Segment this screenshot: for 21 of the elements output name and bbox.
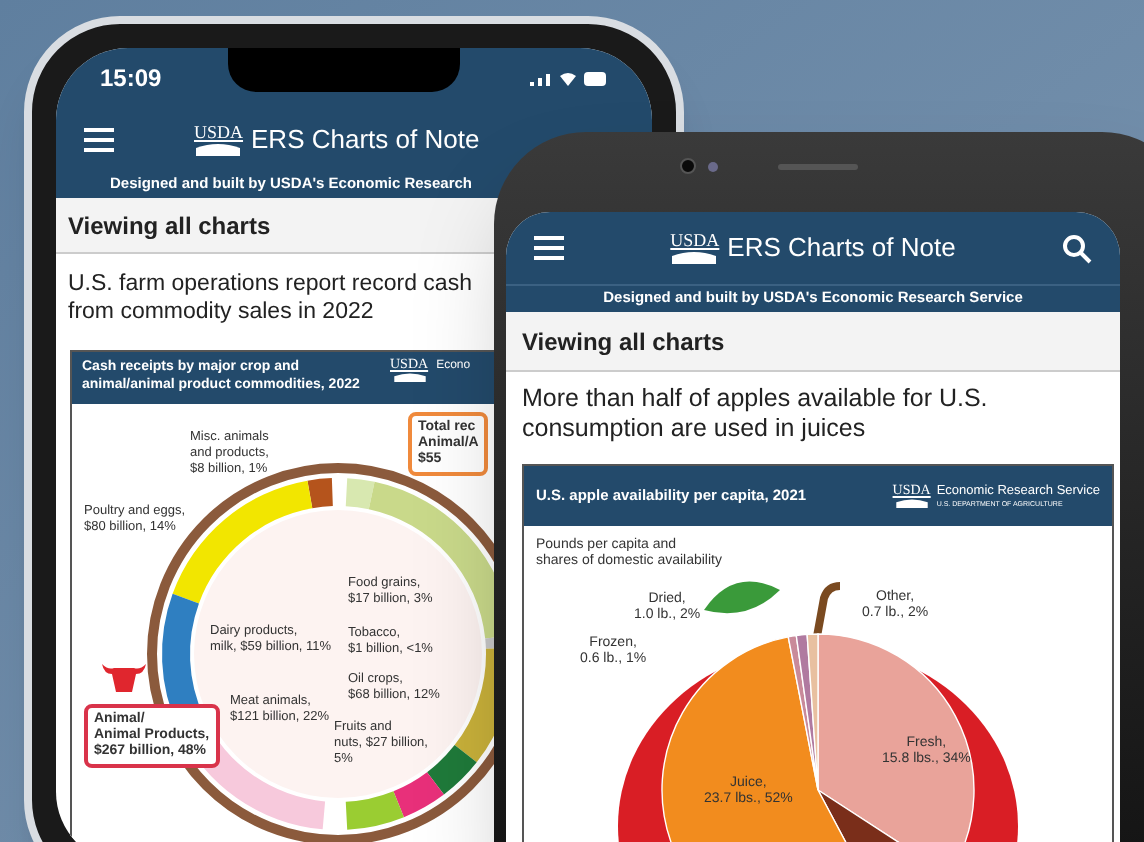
swoosh-icon <box>196 142 241 156</box>
section-heading: Viewing all charts <box>522 325 725 359</box>
app-title: ERS Charts of Note <box>727 230 956 267</box>
swoosh-icon <box>895 498 928 508</box>
headline: More than half of apples available for U.S. consumption are used in juices <box>520 382 990 444</box>
ring-segment <box>345 791 404 830</box>
swoosh-icon <box>672 250 717 264</box>
app-title: ERS Charts of Note <box>251 122 480 159</box>
clock-time: 15:09 <box>100 62 162 96</box>
section-heading: Viewing all charts <box>68 209 271 243</box>
camera-lens <box>680 158 696 174</box>
menu-icon[interactable] <box>84 128 114 152</box>
menu-icon[interactable] <box>534 236 564 260</box>
swoosh-icon <box>393 372 426 382</box>
usda-logo: USDA <box>670 232 720 264</box>
ring-segment <box>393 772 444 818</box>
cow-icon <box>102 660 146 696</box>
search-icon[interactable] <box>1061 233 1092 263</box>
headline-line: U.S. farm operations report record cash <box>68 270 474 298</box>
usda-logo: USDA <box>194 124 244 156</box>
status-icons <box>527 69 608 87</box>
